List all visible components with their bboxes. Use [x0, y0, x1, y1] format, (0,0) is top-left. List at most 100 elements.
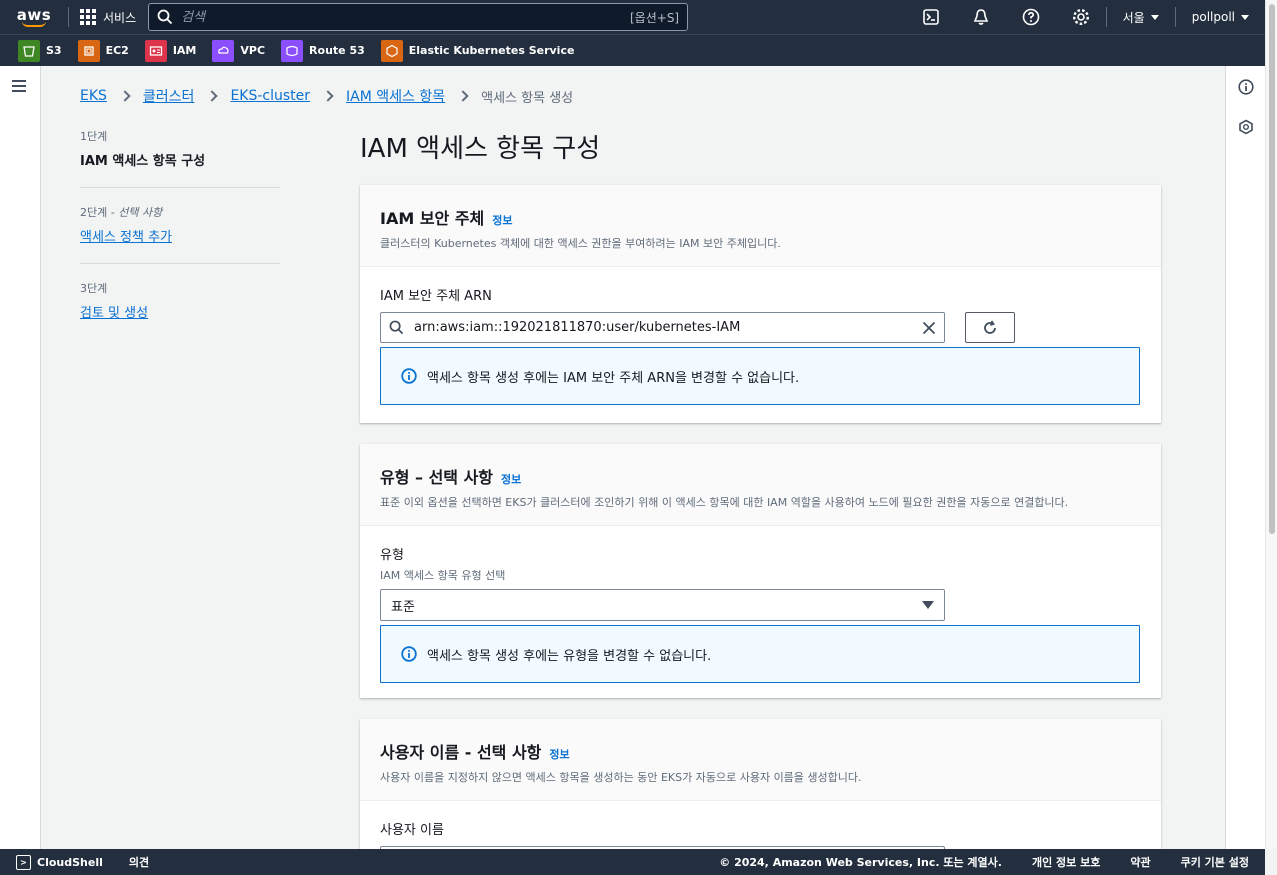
bell-icon — [973, 9, 988, 25]
step-number: 3단계 — [80, 282, 108, 295]
breadcrumb-eks[interactable]: EKS — [80, 88, 107, 104]
search-icon — [157, 9, 173, 25]
favorite-route53[interactable]: Route 53 — [281, 39, 365, 62]
caret-down-icon — [1150, 14, 1159, 20]
breadcrumb-current: 액세스 항목 생성 — [481, 90, 574, 106]
scrollbar-thumb[interactable] — [1269, 4, 1275, 534]
favorite-iam[interactable]: IAM — [144, 39, 196, 62]
refresh-button[interactable] — [965, 312, 1015, 343]
favorite-label: Elastic Kubernetes Service — [408, 44, 575, 57]
favorite-eks[interactable]: Elastic Kubernetes Service — [380, 39, 575, 62]
step-number: 2단계 - 선택 사항 — [80, 206, 163, 219]
search-bar[interactable]: [옵션+S] — [148, 3, 689, 31]
panel-body: IAM 보안 주체 ARN arn:aws:iam::192021811870:… — [360, 267, 1161, 425]
info-alert: 액세스 항목 생성 후에는 IAM 보안 주체 ARN을 변경할 수 없습니다. — [380, 347, 1140, 405]
cloudshell-footer-button[interactable]: > CloudShell — [16, 854, 103, 870]
cookies-link[interactable]: 쿠키 기본 설정 — [1181, 854, 1249, 870]
panel-title: 사용자 이름 - 선택 사항 정보 — [380, 743, 570, 762]
clear-icon[interactable] — [922, 321, 936, 335]
select-value: 표준 — [391, 599, 415, 615]
info-link[interactable]: 정보 — [501, 471, 521, 487]
favorite-s3[interactable]: S3 — [18, 39, 62, 62]
divider — [68, 7, 69, 27]
help-button[interactable] — [1006, 0, 1056, 34]
type-sublabel: IAM 액세스 항목 유형 선택 — [380, 569, 506, 582]
cloudshell-icon: > — [16, 854, 31, 870]
terms-link[interactable]: 약관 — [1130, 854, 1150, 870]
feedback-link[interactable]: 의견 — [129, 854, 149, 870]
chevron-right-icon — [119, 90, 131, 102]
chevron-right-icon — [206, 90, 219, 102]
step-1: 1단계 IAM 액세스 항목 구성 — [80, 128, 280, 188]
settings-button[interactable] — [1056, 0, 1106, 34]
favorite-label: EC2 — [105, 44, 129, 57]
step-3: 3단계 검토 및 생성 — [80, 280, 280, 339]
breadcrumb-cluster[interactable]: EKS-cluster — [230, 88, 310, 104]
favorite-ec2[interactable]: EC2 — [77, 39, 129, 62]
caret-down-icon — [1241, 14, 1249, 20]
gear-icon — [1072, 8, 1089, 26]
notifications-button[interactable] — [956, 0, 1006, 34]
info-link[interactable]: 정보 — [492, 212, 512, 228]
hexagon-icon — [1239, 119, 1253, 135]
username-panel: 사용자 이름 - 선택 사항 정보 사용자 이름을 지정하지 않으면 액세스 항목… — [360, 719, 1161, 866]
step-link[interactable]: 액세스 정책 추가 — [80, 230, 172, 245]
breadcrumb: EKS 클러스터 EKS-cluster IAM 액세스 항목 액세스 항목 생… — [80, 86, 573, 106]
grid-icon — [79, 8, 97, 26]
favorite-label: VPC — [240, 44, 266, 57]
search-input[interactable] — [181, 9, 622, 25]
info-link[interactable]: 정보 — [549, 746, 569, 762]
vpc-icon — [212, 39, 235, 62]
type-label: 유형 — [380, 548, 404, 563]
info-icon — [1238, 79, 1254, 95]
favorite-label: Route 53 — [309, 44, 365, 57]
aws-logo[interactable]: aws — [10, 0, 58, 34]
favorites-bar: S3 EC2 IAM VPC Route 53 Elastic Kubernet… — [0, 34, 1265, 66]
privacy-link[interactable]: 개인 정보 보호 — [1032, 854, 1100, 870]
arn-value: arn:aws:iam::192021811870:user/kubernete… — [414, 320, 741, 335]
panel-description: 표준 이외 옵션을 선택하면 EKS가 클러스터에 조인하기 위해 이 액세스 … — [380, 496, 1069, 509]
menu-icon[interactable] — [12, 80, 26, 92]
panel-header: IAM 보안 주체 정보 클러스터의 Kubernetes 객체에 대한 액세스 … — [360, 185, 1161, 267]
top-right-controls: 서울 pollpoll — [906, 0, 1265, 34]
resources-panel-button[interactable] — [1237, 118, 1255, 136]
account-label: pollpoll — [1191, 10, 1235, 24]
breadcrumb-access-entries[interactable]: IAM 액세스 항목 — [346, 86, 445, 106]
account-menu[interactable]: pollpoll — [1176, 10, 1265, 24]
step-link[interactable]: 검토 및 생성 — [80, 306, 148, 321]
footer: > CloudShell 의견 © 2024, Amazon Web Servi… — [0, 849, 1265, 875]
cloudshell-button[interactable] — [906, 0, 956, 34]
panel-header: 사용자 이름 - 선택 사항 정보 사용자 이름을 지정하지 않으면 액세스 항목… — [360, 719, 1161, 801]
top-navigation: aws 서비스 [옵션+S] 서울 pollpoll — [0, 0, 1265, 34]
type-select[interactable]: 표준 — [380, 589, 945, 621]
info-panel-button[interactable] — [1237, 78, 1255, 96]
panel-header: 유형 – 선택 사항 정보 표준 이외 옵션을 선택하면 EKS가 클러스터에 조… — [360, 444, 1161, 526]
services-menu-button[interactable]: 서비스 — [79, 8, 148, 26]
ec2-icon — [77, 39, 100, 62]
favorite-label: S3 — [46, 44, 62, 57]
page-title: IAM 액세스 항목 구성 — [360, 134, 601, 164]
panel-body: 유형 IAM 액세스 항목 유형 선택 표준 액세스 항목 생성 후에는 유형을… — [360, 526, 1161, 703]
principal-panel: IAM 보안 주체 정보 클러스터의 Kubernetes 객체에 대한 액세스 … — [360, 185, 1161, 423]
aws-smile-icon — [22, 21, 46, 27]
breadcrumb-clusters[interactable]: 클러스터 — [143, 86, 195, 106]
side-navigation-rail — [0, 66, 41, 849]
wizard-steps: 1단계 IAM 액세스 항목 구성 2단계 - 선택 사항 액세스 정책 추가 … — [80, 128, 280, 355]
cloudshell-label: CloudShell — [37, 855, 103, 869]
services-label: 서비스 — [103, 10, 137, 25]
footer-links: © 2024, Amazon Web Services, Inc. 또는 계열사… — [719, 854, 1265, 870]
arn-input[interactable]: arn:aws:iam::192021811870:user/kubernete… — [380, 312, 945, 343]
panel-description: 클러스터의 Kubernetes 객체에 대한 액세스 권한을 부여하려는 IA… — [380, 237, 781, 250]
copyright: © 2024, Amazon Web Services, Inc. 또는 계열사… — [719, 856, 1002, 869]
region-selector[interactable]: 서울 — [1107, 9, 1175, 26]
tools-rail — [1225, 66, 1265, 849]
scrollbar[interactable] — [1265, 0, 1277, 849]
arn-row: arn:aws:iam::192021811870:user/kubernete… — [380, 312, 1141, 343]
aws-logo-text: aws — [16, 5, 52, 24]
username-label: 사용자 이름 — [380, 823, 444, 838]
route53-icon — [281, 39, 304, 62]
favorite-vpc[interactable]: VPC — [212, 39, 266, 62]
arn-label: IAM 보안 주체 ARN — [380, 289, 492, 304]
chevron-right-icon — [457, 90, 469, 102]
chevron-right-icon — [322, 90, 334, 102]
